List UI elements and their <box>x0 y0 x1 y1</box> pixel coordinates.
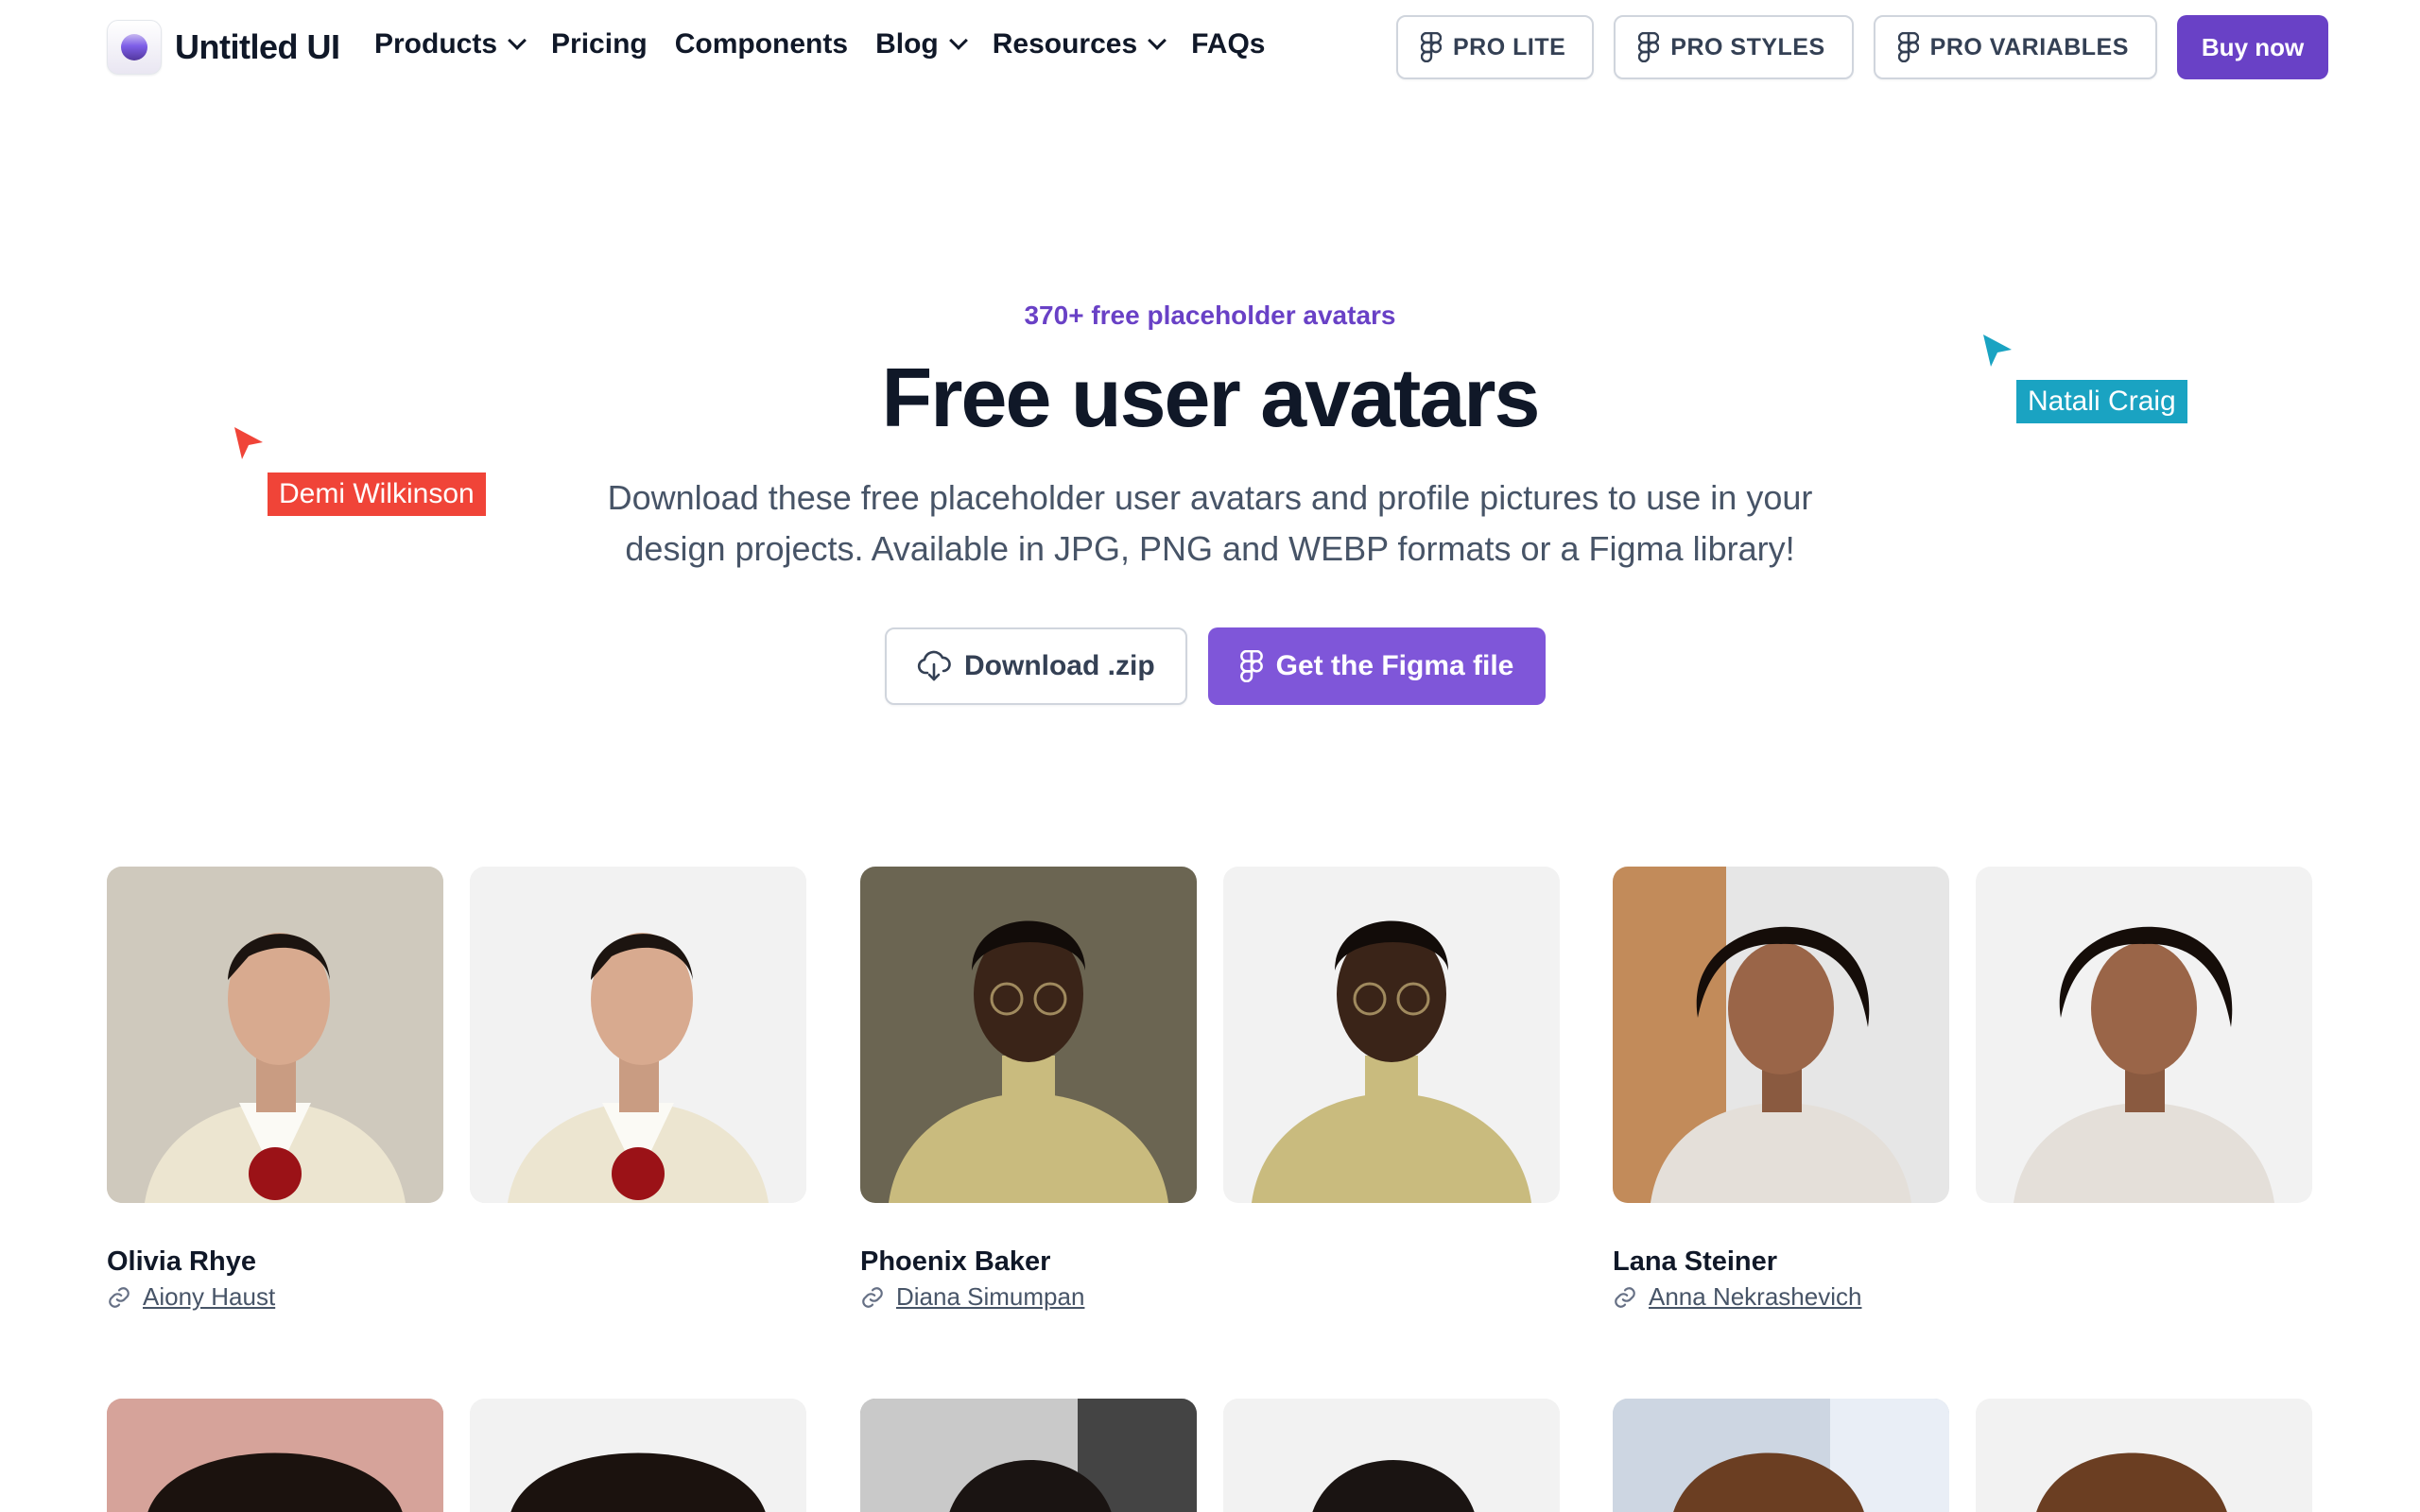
nav-item-resources[interactable]: Resources <box>992 28 1167 60</box>
link-icon <box>109 1286 130 1308</box>
hero-eyebrow: 370+ free placeholder avatars <box>1024 301 1396 330</box>
nav-item-label: Products <box>374 28 498 60</box>
get-figma-file-button[interactable]: Get the Figma file <box>1207 627 1547 705</box>
avatar-name: Lana Steiner <box>1613 1246 1778 1277</box>
avatar-photo-transparent[interactable] <box>1976 867 2312 1203</box>
link-icon <box>862 1286 883 1308</box>
hero-subtitle-line: Download these free placeholder user ava… <box>607 478 1813 517</box>
avatar-photo[interactable] <box>107 1399 443 1512</box>
nav-actions: PRO LITE PRO STYLES PRO VARIABLES Buy no… <box>1396 15 2329 79</box>
hero-actions: Download .zip Get the Figma file <box>885 627 1547 705</box>
nav-item-label: Blog <box>875 28 939 60</box>
avatar-photo-transparent[interactable] <box>470 867 806 1203</box>
logo-icon <box>107 20 162 75</box>
pro-styles-label: PRO STYLES <box>1670 33 1825 60</box>
avatar-photo-transparent[interactable] <box>1223 867 1560 1203</box>
avatar-photo[interactable] <box>107 867 443 1203</box>
avatar-photo-transparent[interactable] <box>1223 1399 1560 1512</box>
nav-item-products[interactable]: Products <box>374 28 527 60</box>
avatar-photo-transparent[interactable] <box>470 1399 806 1512</box>
photographer-link[interactable]: Diana Simumpan <box>896 1282 1084 1312</box>
chevron-down-icon <box>948 31 968 50</box>
nav-item-label: Pricing <box>551 28 648 60</box>
download-zip-button[interactable]: Download .zip <box>885 627 1187 705</box>
brand-name: Untitled UI <box>175 27 340 66</box>
figma-icon <box>1638 32 1660 62</box>
cursor-arrow-icon <box>234 427 263 459</box>
link-icon <box>1615 1286 1635 1308</box>
nav-item-blog[interactable]: Blog <box>875 28 968 60</box>
download-zip-label: Download .zip <box>964 650 1155 681</box>
get-figma-file-label: Get the Figma file <box>1275 650 1514 681</box>
nav-item-label: FAQs <box>1191 28 1266 60</box>
cloud-download-icon <box>917 650 951 681</box>
top-navigation: Untitled UI Products Pricing Components … <box>0 0 2420 94</box>
pro-lite-label: PRO LITE <box>1453 33 1566 60</box>
avatar-row-partial <box>107 1399 2313 1512</box>
photographer-link[interactable]: Anna Nekrashevich <box>1649 1282 1861 1312</box>
figma-icon <box>1897 32 1919 62</box>
cursor-label-demi: Demi Wilkinson <box>268 472 486 516</box>
pro-styles-button[interactable]: PRO STYLES <box>1614 15 1854 79</box>
cursor-arrow-icon <box>1983 335 2012 367</box>
pro-lite-button[interactable]: PRO LITE <box>1396 15 1595 79</box>
avatar-photo[interactable] <box>1613 867 1949 1203</box>
avatar-name: Olivia Rhye <box>107 1246 256 1277</box>
pro-variables-label: PRO VARIABLES <box>1929 33 2129 60</box>
nav-item-label: Resources <box>992 28 1138 60</box>
hero-subtitle: Download these free placeholder user ava… <box>548 472 1872 575</box>
nav-item-faqs[interactable]: FAQs <box>1191 28 1265 60</box>
nav-item-pricing[interactable]: Pricing <box>551 28 648 60</box>
avatar-photo[interactable] <box>860 867 1197 1203</box>
buy-now-button[interactable]: Buy now <box>2176 15 2329 79</box>
avatar-photo[interactable] <box>1613 1399 1949 1512</box>
avatar-credit: Anna Nekrashevich <box>1613 1282 1861 1312</box>
figma-icon <box>1239 650 1263 682</box>
pro-variables-button[interactable]: PRO VARIABLES <box>1873 15 2157 79</box>
avatar-name: Phoenix Baker <box>860 1246 1051 1277</box>
avatar-credit: Diana Simumpan <box>860 1282 1084 1312</box>
main-menu: Products Pricing Components Blog Resourc… <box>374 28 1266 60</box>
cursor-label-natali: Natali Craig <box>2016 380 2187 423</box>
photographer-link[interactable]: Aiony Haust <box>143 1282 275 1312</box>
chevron-down-icon <box>1148 31 1167 50</box>
brand-logo[interactable]: Untitled UI <box>107 20 340 75</box>
nav-item-components[interactable]: Components <box>675 28 848 60</box>
avatar-photo[interactable] <box>860 1399 1197 1512</box>
avatar-photo-transparent[interactable] <box>1976 1399 2312 1512</box>
nav-item-label: Components <box>674 28 849 60</box>
chevron-down-icon <box>508 31 527 50</box>
avatar-credit: Aiony Haust <box>107 1282 275 1312</box>
figma-icon <box>1421 32 1442 62</box>
hero-subtitle-line: design projects. Available in JPG, PNG a… <box>625 529 1795 568</box>
